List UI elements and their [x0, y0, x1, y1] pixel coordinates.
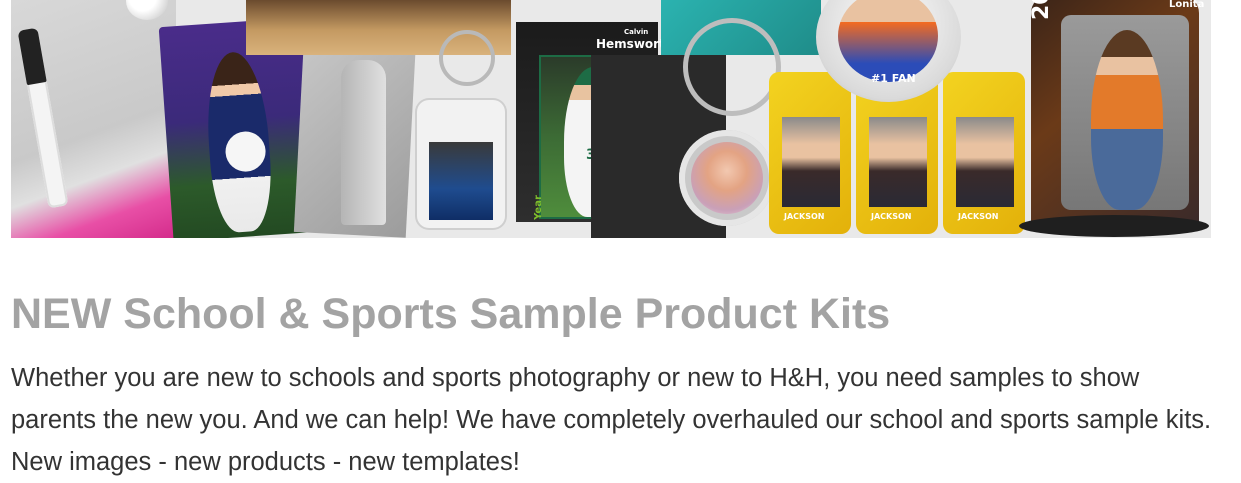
card-side-text: Year [532, 195, 544, 220]
round-photo-keychain [679, 130, 775, 226]
photo-tag-3: JACKSON [943, 72, 1025, 234]
fan-label: #1 FAN [871, 72, 916, 85]
photo-tag-2-name: JACKSON [871, 212, 912, 221]
acrylic-keychain [417, 100, 505, 228]
plaque-year: 2020 [1029, 0, 1054, 20]
photo-tag-1-name: JACKSON [784, 212, 825, 221]
photo-tag-1: JACKSON [769, 72, 851, 234]
article-body: Whether you are new to schools and sport… [11, 364, 1212, 476]
key-ring [439, 30, 495, 86]
acrylic-sports-plaque: 2020 Lonita [1029, 0, 1204, 227]
plaque-base [1019, 215, 1209, 237]
easel-stand [341, 60, 386, 225]
plaque-name: Lonita [1169, 0, 1205, 10]
photo-tag-3-name: JACKSON [958, 212, 999, 221]
hero-banner-image: Calvin Hemsworth 35 Year JACKSON JACKSON… [11, 0, 1211, 238]
page-title: NEW School & Sports Sample Product Kits [11, 290, 891, 338]
keychain-ring [683, 18, 781, 116]
card-first-name: Calvin [624, 28, 649, 36]
